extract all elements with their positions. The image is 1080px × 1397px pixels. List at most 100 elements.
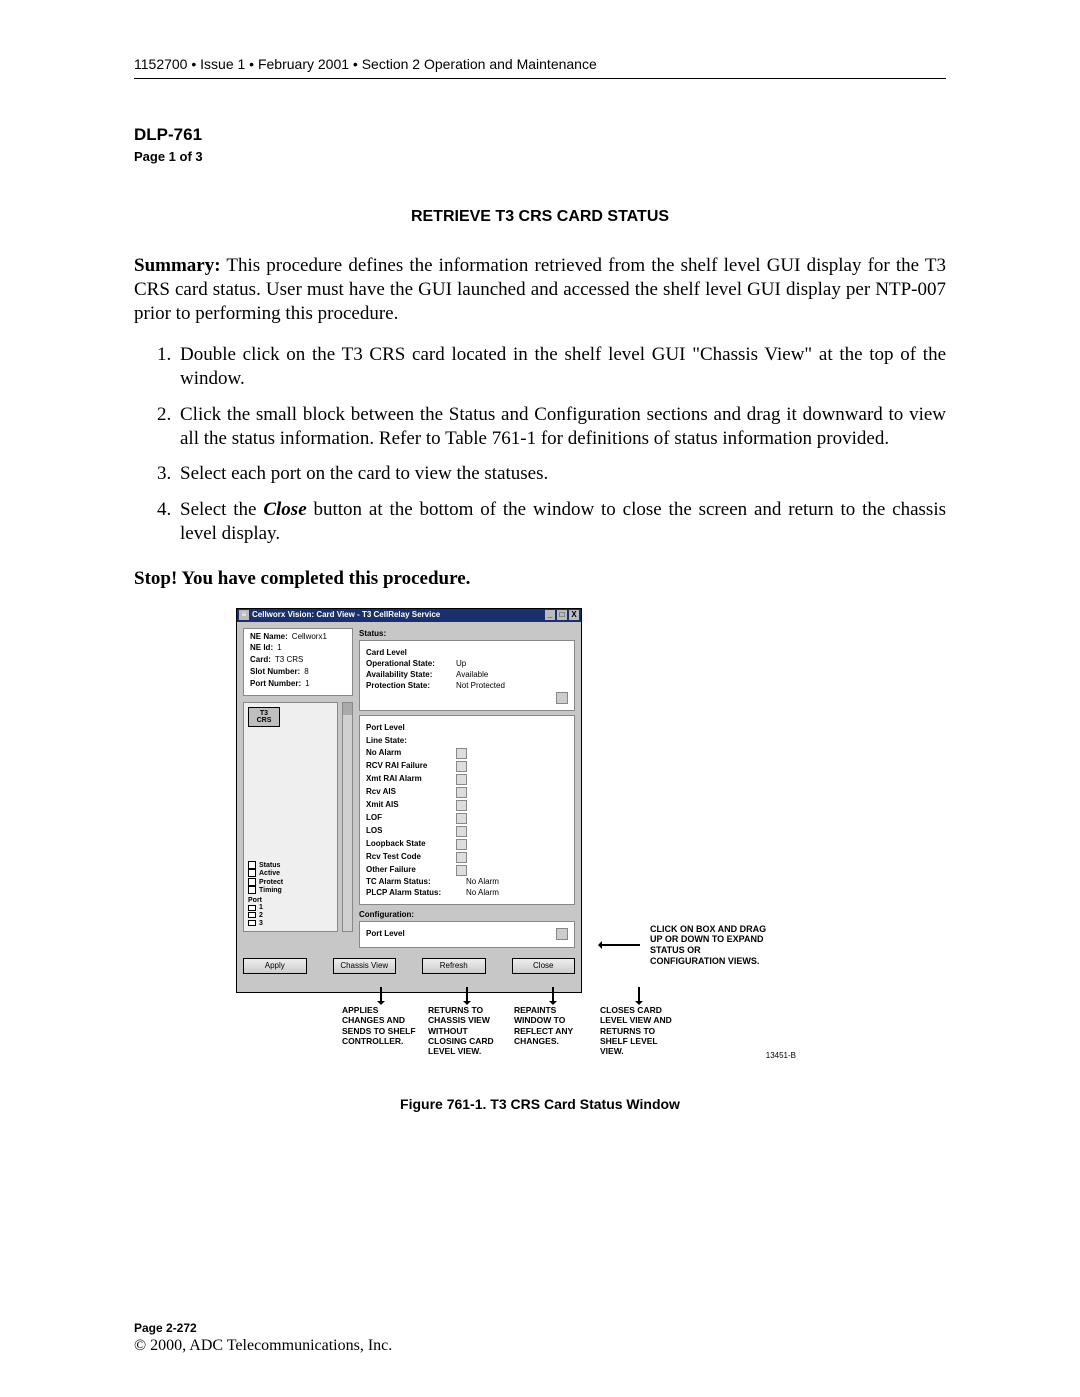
chip-line-2: CRS <box>249 717 279 724</box>
refresh-button[interactable]: Refresh <box>422 958 486 974</box>
close-window-button[interactable]: X <box>569 610 579 620</box>
ls-lof-box <box>456 813 467 824</box>
page-of: Page 1 of 3 <box>134 149 946 164</box>
plcp-alarm-value: No Alarm <box>466 889 499 898</box>
config-panel: Port Level <box>359 921 575 948</box>
ne-info-box: NE Name: Cellworx1 NE Id: 1 Card: T3 CRS Sl… <box>243 628 353 697</box>
ls-rcv-rai: RCV RAI Failure <box>366 762 456 771</box>
op-state-value: Up <box>456 660 466 669</box>
line-state-heading: Line State: <box>366 737 568 746</box>
tc-alarm-label: TC Alarm Status: <box>366 878 466 887</box>
chip-line-1: T3 <box>249 710 279 717</box>
dlp-block: DLP-761 Page 1 of 3 <box>134 125 946 164</box>
ls-other: Other Failure <box>366 866 456 875</box>
ls-rcv-test: Rcv Test Code <box>366 853 456 862</box>
ls-los: LOS <box>366 827 456 836</box>
legend-port-1[interactable]: 1 <box>248 904 326 912</box>
callout-close: CLOSES CARD LEVEL VIEW AND RETURNS TO SH… <box>596 987 682 1056</box>
page-footer: Page 2-272 © 2000, ADC Telecommunication… <box>134 1321 392 1355</box>
callout-chassis: RETURNS TO CHASSIS VIEW WITHOUT CLOSING … <box>424 987 510 1056</box>
maximize-button[interactable]: □ <box>557 610 567 620</box>
gui-window: ≡ Cellworx Vision: Card View - T3 CellRe… <box>236 608 582 994</box>
avail-state-label: Availability State: <box>366 671 456 680</box>
ls-no-alarm-box <box>456 748 467 759</box>
step-4-close: Close <box>263 499 306 520</box>
ne-name-label: NE Name: <box>250 632 288 641</box>
summary: Summary: This procedure defines the info… <box>134 254 946 325</box>
step-1: Double click on the T3 CRS card located … <box>176 343 946 391</box>
arrow-left-icon <box>600 944 640 946</box>
port-label: Port Number: <box>250 679 301 688</box>
ls-los-box <box>456 826 467 837</box>
port-value: 1 <box>305 679 309 688</box>
ls-rcv-rai-box <box>456 761 467 772</box>
prot-state-value: Not Protected <box>456 682 505 691</box>
step-4-pre: Select the <box>180 499 263 520</box>
window-menu-icon[interactable]: ≡ <box>239 610 249 620</box>
ls-xmt-rai: Xmt RAI Alarm <box>366 775 456 784</box>
ls-loopback-box <box>456 839 467 850</box>
button-row: Apply Chassis View Refresh Close <box>243 948 575 986</box>
config-heading: Configuration: <box>359 911 575 920</box>
legend-port-3[interactable]: 3 <box>248 920 326 928</box>
step-3: Select each port on the card to view the… <box>176 462 946 486</box>
ne-name-value: Cellworx1 <box>292 632 327 641</box>
ls-rcv-ais-box <box>456 787 467 798</box>
prot-state-label: Protection State: <box>366 682 456 691</box>
footer-page-number: Page 2-272 <box>134 1321 392 1335</box>
apply-button[interactable]: Apply <box>243 958 307 974</box>
chassis-view-button[interactable]: Chassis View <box>333 958 397 974</box>
legend-timing: Timing <box>248 886 326 895</box>
legend-port-2[interactable]: 2 <box>248 912 326 920</box>
side-annotation: CLICK ON BOX AND DRAG UP OR DOWN TO EXPA… <box>600 924 770 967</box>
procedure-steps: Double click on the T3 CRS card located … <box>134 343 946 545</box>
card-value: T3 CRS <box>275 655 303 664</box>
page-header: 1152700 • Issue 1 • February 2001 • Sect… <box>134 56 946 79</box>
avail-state-value: Available <box>456 671 488 680</box>
config-port-level-heading: Port Level <box>366 930 556 939</box>
split-handle-top[interactable] <box>556 692 568 704</box>
port-level-heading: Port Level <box>366 724 568 733</box>
ls-rcv-ais: Rcv AIS <box>366 788 456 797</box>
slot-label: Slot Number: <box>250 667 300 676</box>
procedure-title: RETRIEVE T3 CRS CARD STATUS <box>134 208 946 226</box>
card-level-panel: Card Level Operational State:Up Availabi… <box>359 640 575 711</box>
tc-alarm-value: No Alarm <box>466 878 499 887</box>
ls-rcv-test-box <box>456 852 467 863</box>
figure: ≡ Cellworx Vision: Card View - T3 CellRe… <box>134 608 946 1113</box>
status-heading: Status: <box>359 630 575 639</box>
side-annotation-text: CLICK ON BOX AND DRAG UP OR DOWN TO EXPA… <box>650 924 770 967</box>
ls-xmit-ais-box <box>456 800 467 811</box>
ne-id-label: NE Id: <box>250 643 273 652</box>
summary-text: This procedure defines the information r… <box>134 255 946 324</box>
ls-xmt-rai-box <box>456 774 467 785</box>
figure-caption: Figure 761-1. T3 CRS Card Status Window <box>134 1096 946 1112</box>
card-chip[interactable]: T3 CRS <box>248 707 280 727</box>
ls-loopback: Loopback State <box>366 840 456 849</box>
legend-status: Status <box>248 861 326 870</box>
plcp-alarm-label: PLCP Alarm Status: <box>366 889 466 898</box>
step-4: Select the Close button at the bottom of… <box>176 498 946 546</box>
close-button[interactable]: Close <box>512 958 576 974</box>
ls-xmit-ais: Xmit AIS <box>366 801 456 810</box>
drawing-id: 13451-B <box>766 1051 796 1060</box>
legend-protect: Protect <box>248 878 326 887</box>
window-title: Cellworx Vision: Card View - T3 CellRela… <box>252 611 543 620</box>
button-callouts: APPLIES CHANGES AND SENDS TO SHELF CONTR… <box>338 987 682 1056</box>
dlp-number: DLP-761 <box>134 125 946 145</box>
ls-lof: LOF <box>366 814 456 823</box>
titlebar: ≡ Cellworx Vision: Card View - T3 CellRe… <box>237 609 581 622</box>
op-state-label: Operational State: <box>366 660 456 669</box>
ls-no-alarm: No Alarm <box>366 749 456 758</box>
card-level-heading: Card Level <box>366 649 568 658</box>
card-legend: Status Active Protect Timing Port 1 2 3 <box>248 861 326 928</box>
minimize-button[interactable]: _ <box>545 610 555 620</box>
legend-port-label: Port <box>248 897 326 905</box>
card-label: Card: <box>250 655 271 664</box>
split-handle-bottom[interactable] <box>556 928 568 940</box>
port-level-panel: Port Level Line State: No Alarm RCV RAI … <box>359 715 575 904</box>
footer-copyright: © 2000, ADC Telecommunications, Inc. <box>134 1337 392 1355</box>
card-scrollbar[interactable] <box>342 702 353 932</box>
card-graphic[interactable]: T3 CRS Status Active Protect Timing Port <box>243 702 338 932</box>
summary-label: Summary: <box>134 255 221 276</box>
